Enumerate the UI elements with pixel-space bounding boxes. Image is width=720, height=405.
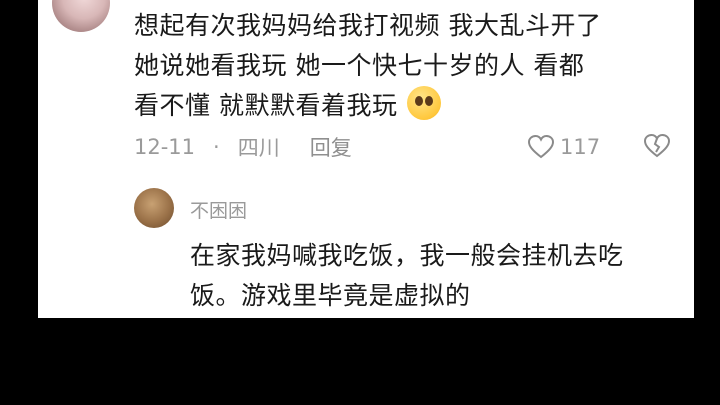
broken-heart-icon <box>643 133 671 158</box>
meta-separator: · <box>213 135 220 159</box>
dislike-button[interactable] <box>643 133 671 163</box>
heart-icon <box>528 135 554 159</box>
comment-text-line: 想起有次我妈妈给我打视频 我大乱斗开了 <box>134 11 602 40</box>
comment-text-line: 看不懂 就默默看着我玩 <box>134 86 686 126</box>
pleading-face-emoji <box>407 86 442 120</box>
comment-date: 12-11 <box>134 135 196 159</box>
reply-text-line: 在家我妈喊我吃饭，我一般会挂机去吃 <box>190 241 624 270</box>
comment-body: 想起有次我妈妈给我打视频 我大乱斗开了 她说她看我玩 她一个快七十岁的人 看都 … <box>134 6 686 126</box>
comment-panel: 想起有次我妈妈给我打视频 我大乱斗开了 她说她看我玩 她一个快七十岁的人 看都 … <box>38 0 694 318</box>
reply-body: 在家我妈喊我吃饭，我一般会挂机去吃 饭。游戏里毕竟是虚拟的 <box>190 236 690 316</box>
comment-meta: 12-11 · 四川 回复 117 <box>134 132 684 162</box>
reply-username[interactable]: 不困困 <box>190 196 247 223</box>
like-button[interactable]: 117 <box>528 132 600 162</box>
like-count: 117 <box>560 135 601 159</box>
comment-text-line: 她说她看我玩 她一个快七十岁的人 看都 <box>134 51 585 80</box>
reply-button[interactable]: 回复 <box>310 132 352 162</box>
reply-avatar[interactable] <box>134 188 174 228</box>
reply-text-line: 饭。游戏里毕竟是虚拟的 <box>190 281 471 310</box>
avatar[interactable] <box>52 0 110 32</box>
comment-location: 四川 <box>237 136 280 160</box>
